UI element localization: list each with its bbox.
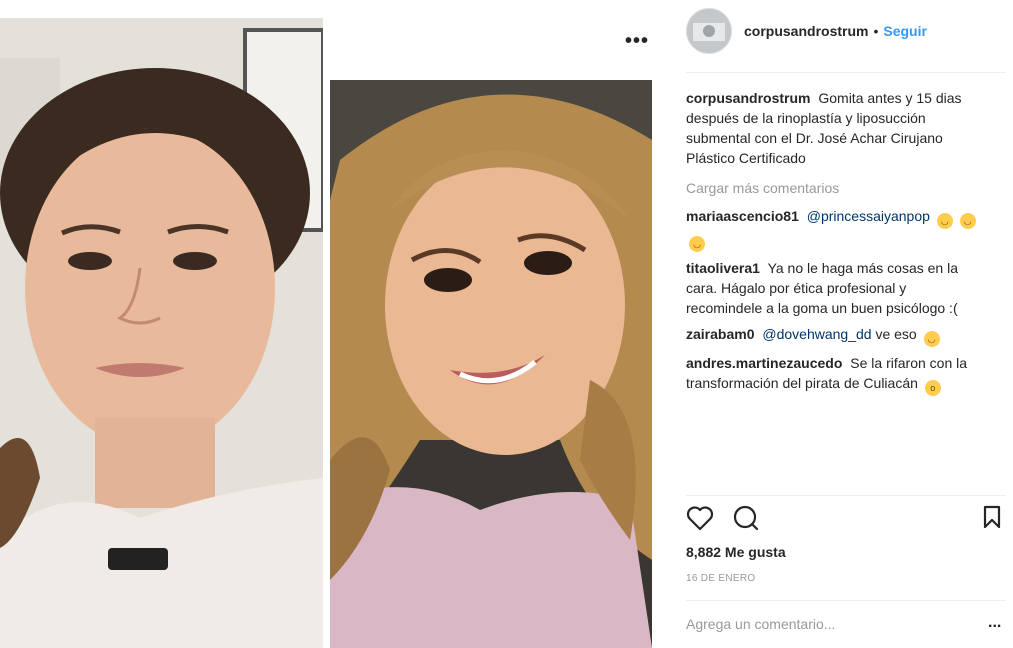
comment-username[interactable]: mariaascencio81 — [686, 208, 799, 224]
caption-username[interactable]: corpusandrostrum — [686, 90, 810, 106]
comment-item: mariaascencio81 @princessaiyanpop ◡ ◡ ◡ — [686, 206, 986, 252]
comment-mention[interactable]: @dovehwang_dd — [762, 326, 871, 342]
actions-divider — [686, 495, 1006, 496]
post-options-button[interactable]: ••• — [625, 30, 649, 53]
comment-mention[interactable]: @princessaiyanpop — [807, 208, 930, 224]
heart-icon[interactable] — [686, 505, 714, 536]
add-comment-input[interactable]: Agrega un comentario... — [686, 616, 835, 632]
post-photo-before — [0, 18, 323, 648]
comment-item: andres.martinezaucedo Se la rifaron con … — [686, 353, 986, 396]
avatar[interactable] — [686, 8, 732, 54]
header-divider — [686, 72, 1006, 73]
comment-options-button[interactable]: ... — [988, 614, 1001, 632]
bookmark-icon[interactable] — [982, 505, 1002, 534]
laughing-crying-emoji-icon: ◡ — [923, 331, 940, 347]
laughing-crying-emoji-icon: ◡ — [959, 213, 976, 229]
comments-section: corpusandrostrum Gomita antes y 15 dias … — [686, 88, 986, 402]
after-photo-illustration — [330, 80, 652, 648]
separator-dot: • — [873, 23, 879, 39]
before-photo-illustration — [0, 18, 323, 648]
comment-username[interactable]: zairabam0 — [686, 326, 754, 342]
load-more-comments[interactable]: Cargar más comentarios — [686, 178, 986, 198]
avatar-image — [687, 9, 731, 53]
comment-divider — [686, 600, 1006, 601]
laughing-crying-emoji-icon: ◡ — [689, 236, 705, 252]
follow-button[interactable]: Seguir — [883, 23, 927, 39]
comment-item: titaolivera1 Ya no le haga más cosas en … — [686, 258, 986, 318]
post-header: corpusandrostrum • Seguir — [686, 8, 927, 54]
comment-icon[interactable] — [732, 505, 760, 536]
likes-count[interactable]: 8,882 Me gusta — [686, 544, 786, 560]
post-detail-panel: corpusandrostrum • Seguir corpusandrostr… — [686, 0, 1006, 648]
post-actions — [686, 505, 1006, 537]
laughing-crying-emoji-icon: ◡ — [936, 213, 953, 229]
comment-text: ve eso — [875, 326, 917, 342]
comment-username[interactable]: titaolivera1 — [686, 260, 760, 276]
post-username[interactable]: corpusandrostrum — [744, 23, 868, 39]
comment-username[interactable]: andres.martinezaucedo — [686, 355, 842, 371]
post-date: 16 DE ENERO — [686, 573, 756, 584]
post-photo-after — [330, 80, 652, 648]
astonished-emoji-icon: o — [924, 380, 941, 396]
comment-item: zairabam0 @dovehwang_dd ve eso ◡ — [686, 324, 986, 347]
post-caption: corpusandrostrum Gomita antes y 15 dias … — [686, 88, 986, 168]
